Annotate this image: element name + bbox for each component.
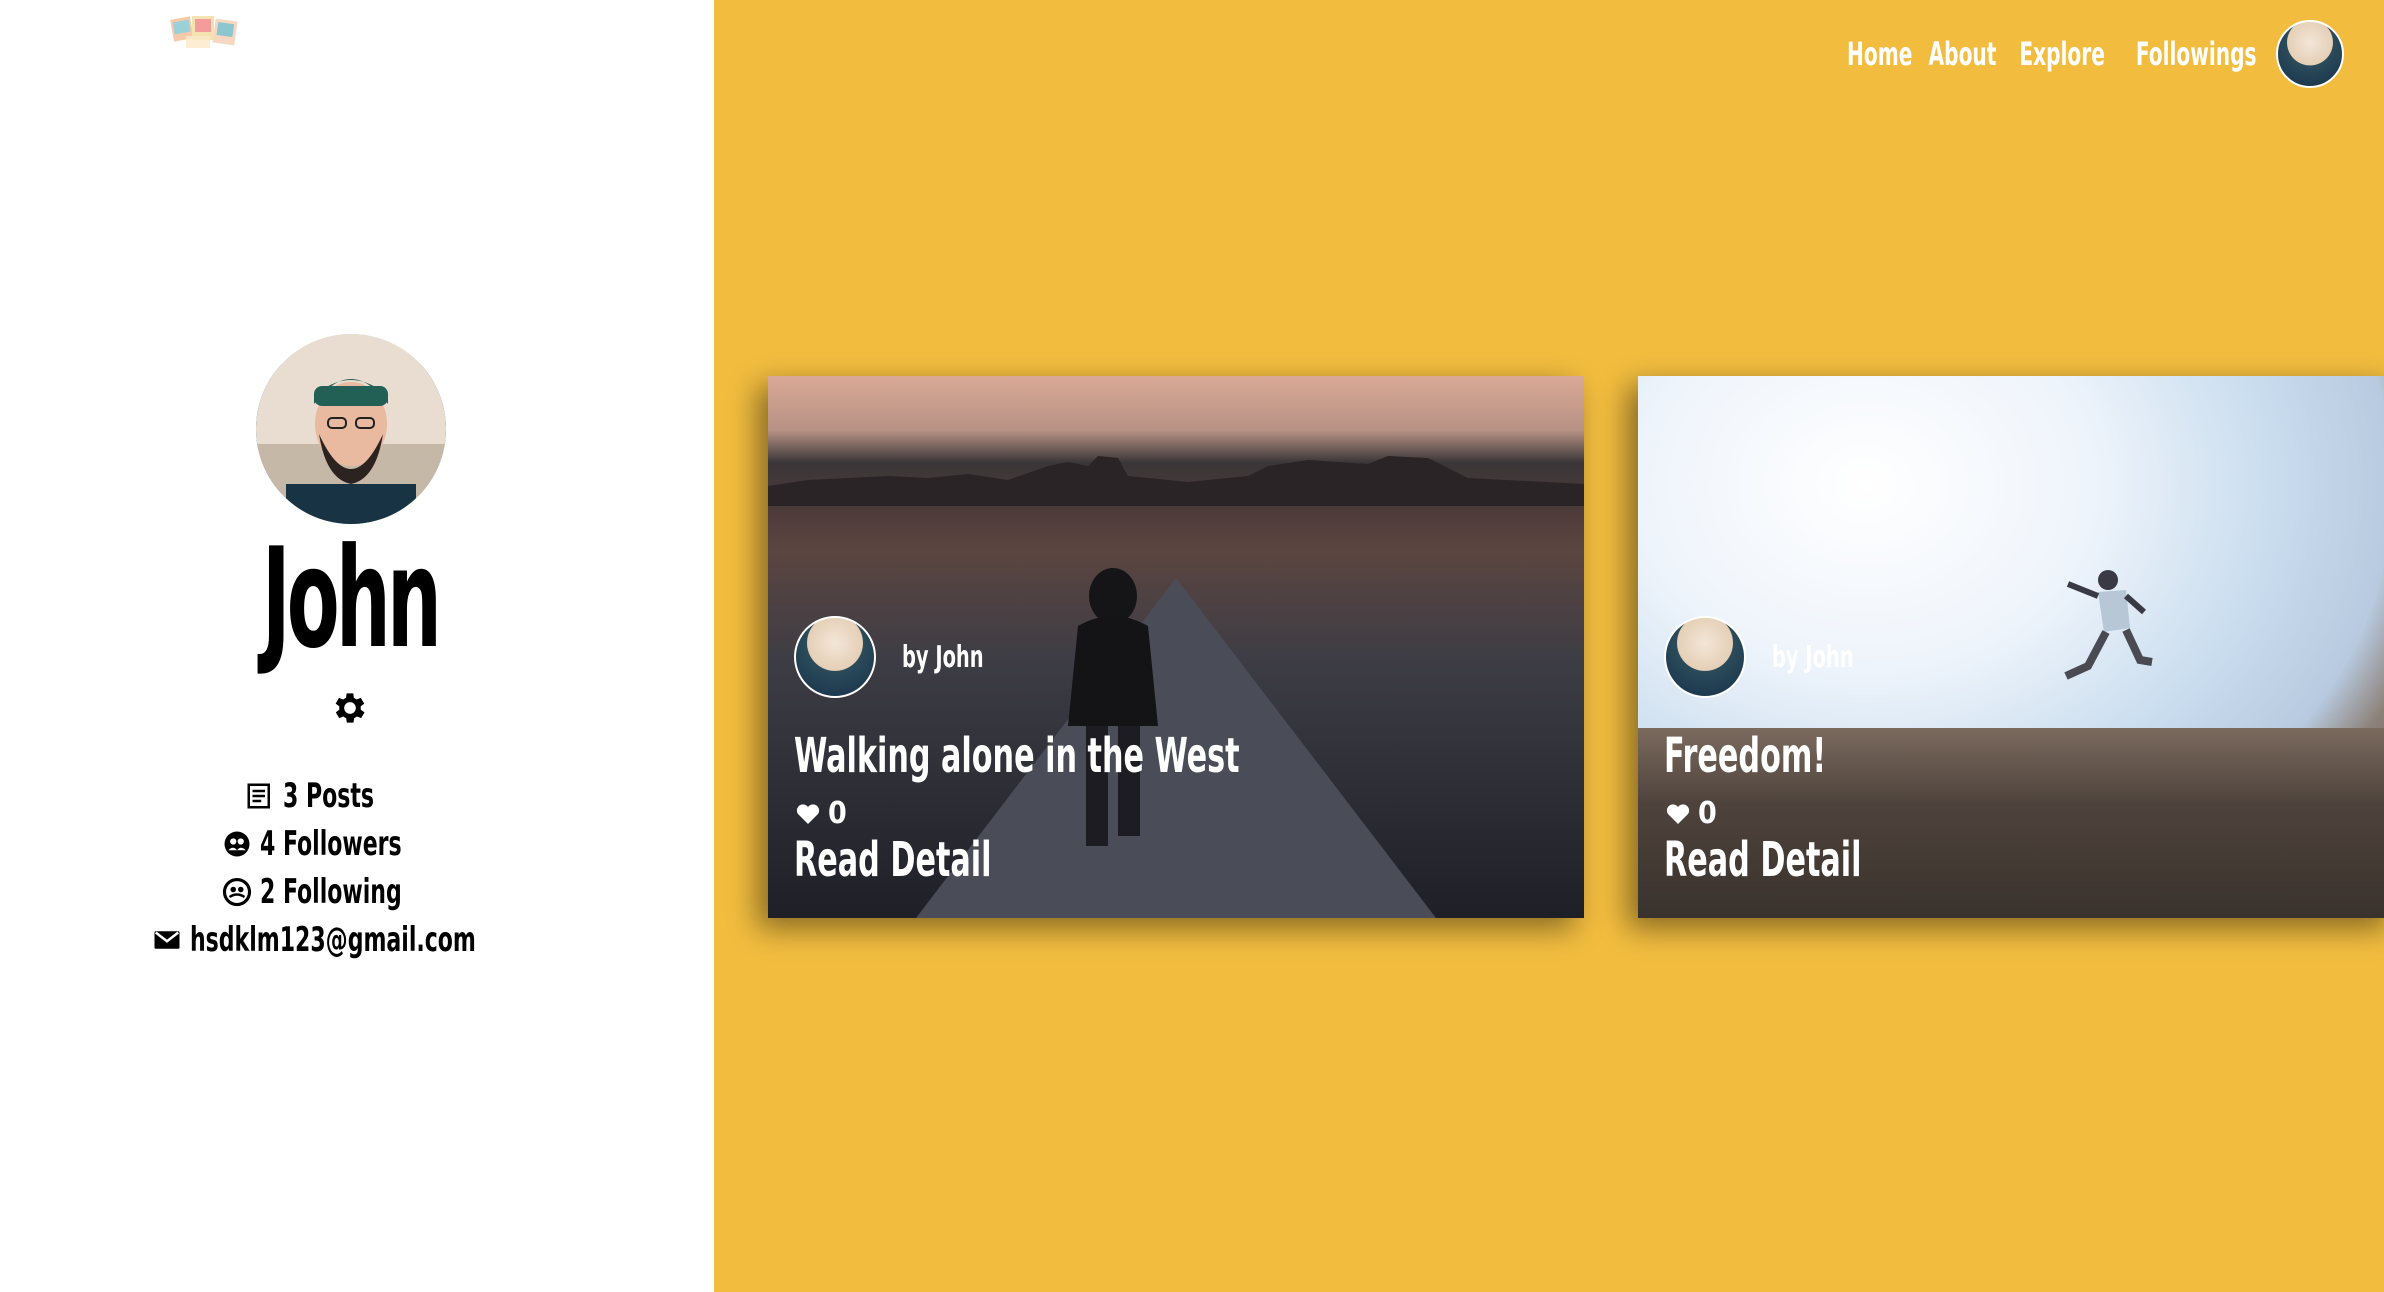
nav-home[interactable]: Home — [1847, 35, 1912, 73]
post-likes[interactable]: 0 — [1666, 796, 1717, 831]
stat-following[interactable]: 2 Following — [0, 868, 700, 916]
followers-count: 4 Followers — [259, 824, 402, 864]
author-name: by John — [902, 639, 984, 675]
stat-followers[interactable]: 4 Followers — [0, 820, 700, 868]
envelope-icon — [152, 925, 182, 955]
like-count: 0 — [1698, 796, 1717, 831]
followers-icon — [222, 829, 252, 859]
post-author[interactable]: by John — [794, 616, 1015, 698]
heart-icon — [1666, 803, 1690, 824]
nav-followings[interactable]: Followings — [2135, 35, 2256, 73]
newspaper-icon — [245, 781, 275, 811]
post-card[interactable]: by John Freedom! 0 Read Detail — [1638, 376, 2384, 918]
nav-about[interactable]: About — [1929, 35, 1997, 73]
post-card[interactable]: by John Walking alone in the West 0 Read… — [768, 376, 1584, 918]
author-avatar — [1664, 616, 1746, 698]
author-name: by John — [1772, 639, 1854, 675]
email-address: hsdklm123@gmail.com — [190, 920, 477, 960]
post-author[interactable]: by John — [1664, 616, 1885, 698]
post-likes[interactable]: 0 — [796, 796, 847, 831]
following-icon — [222, 877, 252, 907]
profile-name: John — [261, 518, 442, 679]
read-detail-link[interactable]: Read Detail — [794, 832, 991, 888]
stat-email[interactable]: hsdklm123@gmail.com — [0, 916, 700, 964]
site-logo[interactable] — [170, 14, 242, 54]
settings-button[interactable] — [330, 688, 370, 728]
nav-explore[interactable]: Explore — [2020, 35, 2106, 73]
author-avatar — [794, 616, 876, 698]
stat-posts[interactable]: 3 Posts — [0, 772, 700, 820]
heart-icon — [796, 803, 820, 824]
gear-icon — [335, 693, 365, 723]
post-title: Freedom! — [1664, 728, 1827, 784]
read-detail-link[interactable]: Read Detail — [1664, 832, 1861, 888]
nav-user-avatar[interactable] — [2276, 20, 2344, 88]
mesa-silhouette — [768, 456, 1584, 506]
post-title: Walking alone in the West — [794, 728, 1240, 784]
profile-stats: 3 Posts 4 Followers 2 Following hsdklm12… — [0, 772, 700, 964]
profile-panel: John 3 Posts 4 Followers 2 Following hsd… — [0, 0, 714, 1292]
walker-silhouette — [1068, 568, 1158, 846]
profile-avatar — [256, 334, 446, 524]
jumper-silhouette — [2064, 570, 2153, 680]
following-count: 2 Following — [259, 872, 402, 912]
top-nav: Home About Explore Followings — [1833, 18, 2344, 90]
posts-count: 3 Posts — [282, 776, 374, 816]
like-count: 0 — [828, 796, 847, 831]
